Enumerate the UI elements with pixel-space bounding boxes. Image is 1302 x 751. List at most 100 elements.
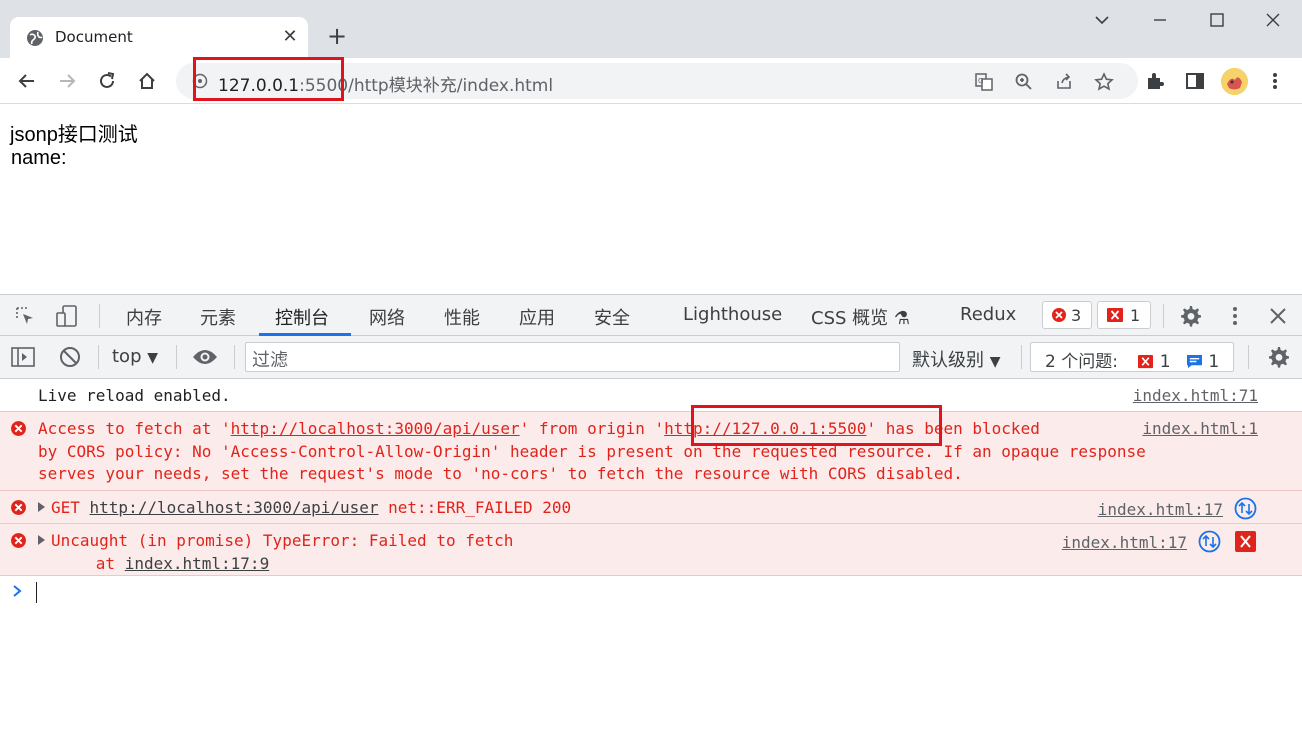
log-text: Live reload enabled. — [38, 386, 231, 405]
forward-arrow-icon[interactable] — [56, 70, 78, 92]
name-label: name: — [11, 147, 67, 169]
error-circle-icon — [11, 500, 26, 515]
back-arrow-icon[interactable] — [16, 70, 38, 92]
cors-text-pre: Access to fetch at ' — [38, 419, 231, 438]
separator — [1021, 345, 1022, 369]
profile-avatar[interactable] — [1221, 68, 1248, 95]
cors-text-line2: by CORS policy: No 'Access-Control-Allow… — [38, 441, 1146, 461]
more-vert-icon[interactable] — [1264, 70, 1286, 92]
url-host-highlight-box — [193, 57, 344, 101]
console-filter-input[interactable]: 过滤 — [245, 342, 900, 372]
tab-performance[interactable]: 性能 — [444, 304, 480, 330]
page-heading: jsonp接口测试 — [10, 124, 138, 146]
issue-error-icon — [1107, 308, 1123, 322]
tab-strip: Document ✕ + — [0, 0, 1302, 58]
tab-application[interactable]: 应用 — [519, 304, 555, 330]
network-request-icon[interactable] — [1198, 530, 1221, 553]
extensions-puzzle-icon[interactable] — [1144, 70, 1166, 92]
devtools-panel: 内存 元素 控制台 网络 性能 应用 安全 Lighthouse CSS 概览 … — [0, 294, 1302, 751]
stack-location-link[interactable]: index.html:17:9 — [125, 554, 270, 573]
minimize-icon[interactable] — [1148, 8, 1172, 32]
translate-icon[interactable]: G — [974, 72, 994, 92]
tab-css-overview[interactable]: CSS 概览 ⚗ — [811, 304, 910, 330]
page-content: jsonp接口测试 name: — [0, 104, 1302, 294]
error-circle-icon — [11, 421, 26, 436]
log-level-value: 默认级别 — [912, 350, 984, 371]
console-settings-gear-icon[interactable] — [1266, 345, 1290, 369]
console-filter-bar: top ▼ 过滤 默认级别 ▼ 2 个问题: 1 1 — [0, 336, 1302, 379]
device-toolbar-icon[interactable] — [55, 304, 79, 328]
devtools-tab-bar: 内存 元素 控制台 网络 性能 应用 安全 Lighthouse CSS 概览 … — [0, 295, 1302, 336]
tab-css-overview-label: CSS 概览 — [811, 308, 889, 329]
home-icon[interactable] — [136, 70, 158, 92]
cors-request-link[interactable]: http://localhost:3000/api/user — [231, 419, 520, 438]
context-selector[interactable]: top ▼ — [112, 346, 158, 367]
issue-count: 1 — [1130, 305, 1141, 325]
log-level-dropdown[interactable]: 默认级别 ▼ — [912, 346, 1001, 372]
dropdown-arrow-icon: ▼ — [989, 354, 1001, 370]
source-link[interactable]: index.html:71 — [1133, 385, 1258, 408]
console-error-get: GET http://localhost:3000/api/user net::… — [0, 490, 1302, 523]
console-prompt[interactable] — [0, 576, 1302, 606]
tab-lighthouse[interactable]: Lighthouse — [683, 304, 782, 325]
avatar-image-icon — [1221, 68, 1248, 95]
source-link[interactable]: index.html:17 — [1062, 532, 1187, 555]
browser-tab[interactable]: Document ✕ — [10, 17, 308, 58]
error-circle-icon — [1052, 308, 1066, 322]
separator — [98, 345, 99, 369]
flask-icon: ⚗ — [893, 308, 911, 329]
reload-icon[interactable] — [96, 70, 118, 92]
side-panel-icon[interactable] — [1184, 70, 1206, 92]
sidebar-toggle-icon[interactable] — [11, 346, 35, 368]
live-expression-eye-icon[interactable] — [192, 347, 218, 367]
uncaught-error-text: Uncaught (in promise) TypeError: Failed … — [38, 530, 513, 575]
devtools-more-icon[interactable] — [1224, 304, 1246, 328]
cors-error-text: Access to fetch at 'http://localhost:300… — [38, 418, 1146, 486]
zoom-icon[interactable] — [1014, 72, 1034, 92]
separator — [1163, 304, 1164, 328]
dropdown-arrow-icon: ▼ — [147, 350, 159, 366]
get-method: GET — [51, 498, 90, 517]
tab-security[interactable]: 安全 — [594, 304, 630, 330]
origin-highlight-box — [691, 405, 942, 446]
window-close-icon[interactable] — [1261, 8, 1285, 32]
tab-memory[interactable]: 内存 — [126, 304, 162, 330]
expand-triangle-icon[interactable] — [38, 535, 45, 545]
tab-redux[interactable]: Redux — [960, 304, 1016, 325]
uncaught-message: Uncaught (in promise) TypeError: Failed … — [51, 531, 514, 550]
expand-triangle-icon[interactable] — [38, 502, 45, 512]
context-value: top — [112, 346, 142, 367]
error-count: 3 — [1071, 305, 1082, 325]
separator — [176, 345, 177, 369]
issues-button[interactable]: 2 个问题: 1 1 — [1030, 342, 1234, 372]
source-link[interactable]: index.html:1 — [1142, 418, 1258, 441]
error-count-badge[interactable]: 3 — [1042, 301, 1092, 329]
separator — [234, 345, 235, 369]
tab-title: Document — [55, 28, 133, 46]
issue-count-badge[interactable]: 1 — [1097, 301, 1151, 329]
inspect-element-icon[interactable] — [14, 305, 36, 327]
clear-console-icon[interactable] — [58, 345, 82, 369]
share-icon[interactable] — [1054, 72, 1074, 92]
new-tab-icon[interactable]: + — [325, 24, 349, 48]
tab-close-icon[interactable]: ✕ — [280, 26, 300, 47]
network-request-icon[interactable] — [1234, 497, 1257, 520]
bookmark-star-icon[interactable] — [1094, 72, 1114, 92]
separator — [99, 304, 100, 328]
prompt-chevron-icon — [13, 585, 22, 597]
source-link[interactable]: index.html:17 — [1098, 499, 1223, 522]
tab-network[interactable]: 网络 — [369, 304, 405, 330]
error-circle-icon — [11, 533, 26, 548]
get-url-link[interactable]: http://localhost:3000/api/user — [90, 498, 379, 517]
cors-text-line3: serves your needs, set the request's mod… — [38, 464, 963, 483]
settings-gear-icon[interactable] — [1178, 304, 1202, 328]
get-status: net::ERR_FAILED 200 — [378, 498, 572, 517]
chevron-down-icon[interactable] — [1090, 8, 1114, 32]
cors-text-mid: ' from origin ' — [519, 419, 665, 438]
tab-console[interactable]: 控制台 — [275, 304, 329, 330]
issue-error-icon[interactable] — [1234, 530, 1257, 553]
maximize-icon[interactable] — [1205, 8, 1229, 32]
tab-elements[interactable]: 元素 — [200, 304, 236, 330]
devtools-close-icon[interactable] — [1267, 305, 1289, 327]
issue-info-icon — [1187, 354, 1202, 369]
